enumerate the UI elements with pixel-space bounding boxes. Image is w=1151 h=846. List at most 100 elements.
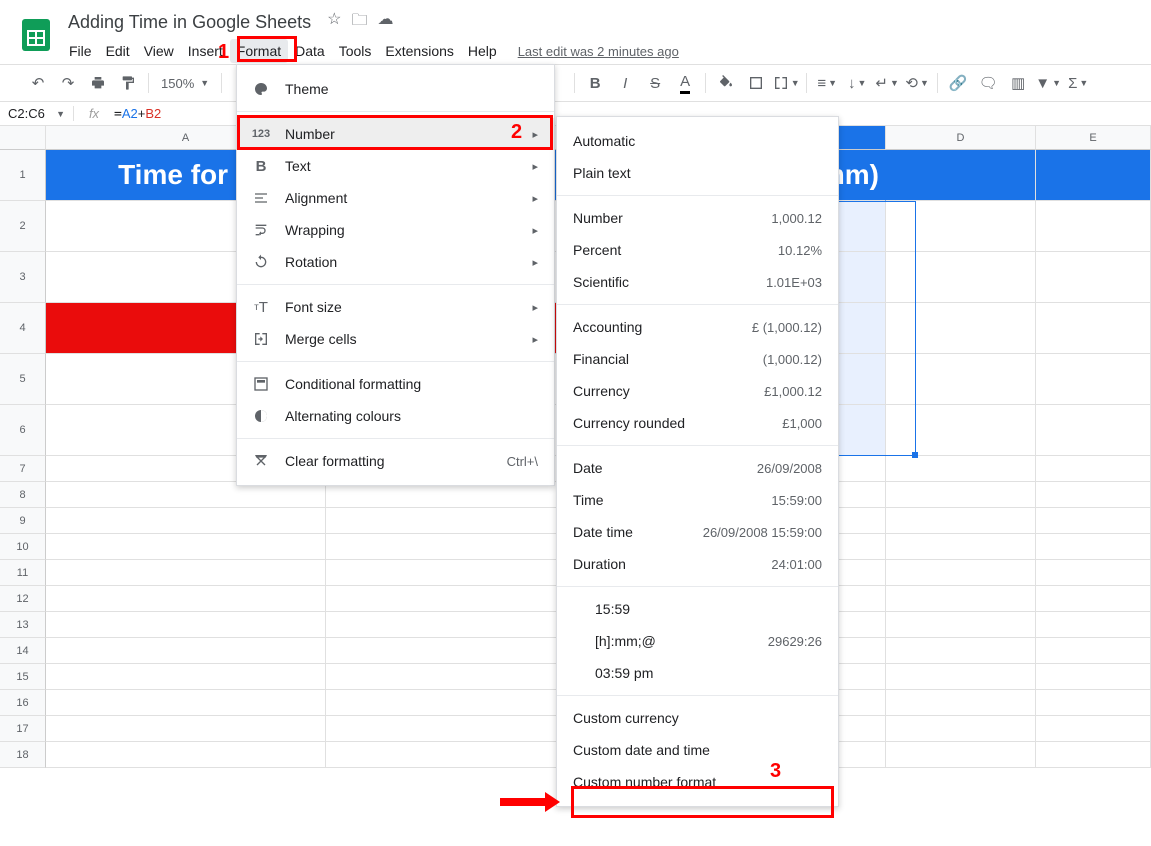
- number-format-custom-number-format[interactable]: Custom number format: [557, 766, 838, 798]
- row-header-11[interactable]: 11: [0, 560, 46, 586]
- cell-D18[interactable]: [886, 742, 1036, 768]
- cell-E8[interactable]: [1036, 482, 1151, 508]
- cell-E4[interactable]: [1036, 303, 1151, 354]
- cell-A14[interactable]: [46, 638, 326, 664]
- zoom-select[interactable]: 150%▼: [155, 76, 215, 91]
- cell-D8[interactable]: [886, 482, 1036, 508]
- cell-E12[interactable]: [1036, 586, 1151, 612]
- paint-format-button[interactable]: [114, 69, 142, 97]
- cell-E1[interactable]: [1036, 150, 1151, 201]
- format-menu-font-size[interactable]: тTFont size▸: [237, 291, 554, 323]
- v-align-button[interactable]: ↓▼: [843, 69, 871, 97]
- number-format-duration[interactable]: Duration24:01:00: [557, 548, 838, 580]
- cell-A11[interactable]: [46, 560, 326, 586]
- number-format-financial[interactable]: Financial(1,000.12): [557, 343, 838, 375]
- cell-D3[interactable]: [886, 252, 1036, 303]
- number-format-custom-date-and-time[interactable]: Custom date and time: [557, 734, 838, 766]
- row-header-5[interactable]: 5: [0, 354, 46, 405]
- number-format-number[interactable]: Number1,000.12: [557, 202, 838, 234]
- selection-handle[interactable]: [912, 452, 918, 458]
- number-format-scientific[interactable]: Scientific1.01E+03: [557, 266, 838, 298]
- formula-input[interactable]: =A2+B2: [114, 106, 161, 122]
- cell-E17[interactable]: [1036, 716, 1151, 742]
- text-color-button[interactable]: A: [671, 69, 699, 97]
- cell-E15[interactable]: [1036, 664, 1151, 690]
- wrap-button[interactable]: ↵▼: [873, 69, 901, 97]
- cell-D9[interactable]: [886, 508, 1036, 534]
- cell-E16[interactable]: [1036, 690, 1151, 716]
- comment-button[interactable]: 🗨: [974, 69, 1002, 97]
- cell-A12[interactable]: [46, 586, 326, 612]
- cell-D4[interactable]: [886, 303, 1036, 354]
- cell-E5[interactable]: [1036, 354, 1151, 405]
- number-format-currency[interactable]: Currency£1,000.12: [557, 375, 838, 407]
- name-box[interactable]: C2:C6▼: [0, 106, 74, 121]
- number-format--h-mm-[interactable]: [h]:mm;@29629:26: [557, 625, 838, 657]
- number-format-percent[interactable]: Percent10.12%: [557, 234, 838, 266]
- redo-button[interactable]: ↷: [54, 69, 82, 97]
- sheets-logo[interactable]: [16, 8, 56, 62]
- format-menu-alignment[interactable]: Alignment▸: [237, 182, 554, 214]
- cell-A17[interactable]: [46, 716, 326, 742]
- format-menu-conditional-formatting[interactable]: Conditional formatting: [237, 368, 554, 400]
- cell-A15[interactable]: [46, 664, 326, 690]
- col-header-D[interactable]: D: [886, 126, 1036, 150]
- row-header-3[interactable]: 3: [0, 252, 46, 303]
- cell-E18[interactable]: [1036, 742, 1151, 768]
- select-all-corner[interactable]: [0, 126, 46, 150]
- last-edit-link[interactable]: Last edit was 2 minutes ago: [518, 44, 679, 59]
- cell-D17[interactable]: [886, 716, 1036, 742]
- cell-D10[interactable]: [886, 534, 1036, 560]
- number-format-automatic[interactable]: Automatic: [557, 125, 838, 157]
- cell-D7[interactable]: [886, 456, 1036, 482]
- number-format-15-59[interactable]: 15:59: [557, 593, 838, 625]
- doc-title[interactable]: Adding Time in Google Sheets: [62, 10, 317, 35]
- menu-edit[interactable]: Edit: [99, 39, 137, 63]
- cell-E3[interactable]: [1036, 252, 1151, 303]
- cell-A9[interactable]: [46, 508, 326, 534]
- cell-E9[interactable]: [1036, 508, 1151, 534]
- menu-extensions[interactable]: Extensions: [378, 39, 460, 63]
- cell-E10[interactable]: [1036, 534, 1151, 560]
- number-format-custom-currency[interactable]: Custom currency: [557, 702, 838, 734]
- italic-button[interactable]: I: [611, 69, 639, 97]
- menu-view[interactable]: View: [137, 39, 181, 63]
- format-menu-number[interactable]: 123Number▸: [237, 118, 554, 150]
- cell-D13[interactable]: [886, 612, 1036, 638]
- format-menu-alternating-colours[interactable]: Alternating colours: [237, 400, 554, 432]
- menu-help[interactable]: Help: [461, 39, 504, 63]
- print-button[interactable]: [84, 69, 112, 97]
- row-header-16[interactable]: 16: [0, 690, 46, 716]
- menu-file[interactable]: File: [62, 39, 99, 63]
- row-header-7[interactable]: 7: [0, 456, 46, 482]
- number-format-03-59-pm[interactable]: 03:59 pm: [557, 657, 838, 689]
- format-menu-text[interactable]: BText▸: [237, 150, 554, 182]
- cell-D6[interactable]: [886, 405, 1036, 456]
- cell-A18[interactable]: [46, 742, 326, 768]
- cell-A13[interactable]: [46, 612, 326, 638]
- number-format-plain-text[interactable]: Plain text: [557, 157, 838, 189]
- undo-button[interactable]: ↶: [24, 69, 52, 97]
- cell-D14[interactable]: [886, 638, 1036, 664]
- functions-button[interactable]: Σ▼: [1064, 69, 1092, 97]
- cell-D16[interactable]: [886, 690, 1036, 716]
- cell-A16[interactable]: [46, 690, 326, 716]
- row-header-17[interactable]: 17: [0, 716, 46, 742]
- row-header-13[interactable]: 13: [0, 612, 46, 638]
- borders-button[interactable]: [742, 69, 770, 97]
- cell-A10[interactable]: [46, 534, 326, 560]
- format-menu-wrapping[interactable]: Wrapping▸: [237, 214, 554, 246]
- number-format-accounting[interactable]: Accounting£ (1,000.12): [557, 311, 838, 343]
- cell-E7[interactable]: [1036, 456, 1151, 482]
- chart-button[interactable]: ▥: [1004, 69, 1032, 97]
- link-button[interactable]: 🔗: [944, 69, 972, 97]
- fill-color-button[interactable]: [712, 69, 740, 97]
- row-header-12[interactable]: 12: [0, 586, 46, 612]
- row-header-1[interactable]: 1: [0, 150, 46, 201]
- number-format-time[interactable]: Time15:59:00: [557, 484, 838, 516]
- row-header-6[interactable]: 6: [0, 405, 46, 456]
- row-header-15[interactable]: 15: [0, 664, 46, 690]
- cell-D12[interactable]: [886, 586, 1036, 612]
- cell-E13[interactable]: [1036, 612, 1151, 638]
- format-menu-merge-cells[interactable]: Merge cells▸: [237, 323, 554, 355]
